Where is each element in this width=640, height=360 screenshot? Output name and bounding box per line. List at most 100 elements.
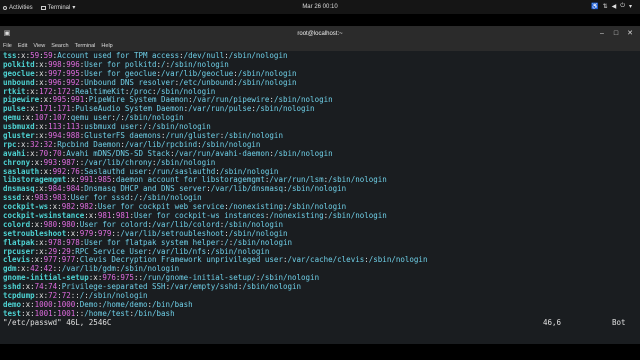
passwd-gid: 107: [52, 113, 67, 123]
passwd-gecos: User for cockpit web service: [97, 202, 225, 212]
passwd-shell: /sbin/nologin: [142, 193, 202, 203]
passwd-username: pulse: [3, 104, 26, 114]
passwd-gecos: RPC Service User: [75, 246, 148, 256]
passwd-shell: /sbin/nologin: [224, 131, 283, 141]
passwd-separator: :x:: [30, 157, 44, 167]
passwd-shell: /sbin/nologin: [255, 104, 315, 114]
passwd-home: /var/run/pulse: [188, 104, 252, 114]
passwd-home: /var/cache/clevis: [287, 255, 365, 265]
passwd-username: unbound: [3, 77, 35, 87]
menu-edit[interactable]: Edit: [18, 43, 27, 49]
passwd-separator: :x:: [25, 86, 40, 96]
close-icon[interactable]: ✕: [626, 30, 634, 38]
passwd-shell: /sbin/nologin: [170, 59, 229, 69]
passwd-shell: /sbin/nologin: [242, 282, 302, 292]
passwd-gid: 992: [66, 77, 80, 87]
passwd-separator: :x:: [25, 148, 40, 158]
status-file-info: "/etc/passwd" 46L, 2546C: [3, 317, 112, 327]
passwd-username: demo: [3, 299, 22, 309]
minimize-icon[interactable]: –: [598, 30, 606, 38]
network-icon: ⇅: [602, 4, 608, 10]
passwd-separator: :x:: [34, 237, 49, 247]
passwd-separator: :x:: [34, 59, 49, 69]
passwd-uid: 992: [52, 166, 67, 176]
menu-help[interactable]: Help: [101, 43, 112, 49]
chevron-down-icon: ▾: [628, 4, 632, 10]
passwd-home: /var/lib/rpcbind: [124, 139, 198, 149]
passwd-home: /var/lib/nfs: [152, 246, 207, 256]
passwd-home: /var/lib/dnsmasq: [210, 184, 283, 194]
passwd-uid: 994: [48, 131, 62, 141]
menu-terminal[interactable]: Terminal: [75, 43, 96, 49]
passwd-gid: 76: [70, 166, 80, 176]
volume-icon: ◀: [611, 4, 617, 10]
maximize-icon[interactable]: □: [612, 30, 620, 38]
passwd-uid: 998: [48, 59, 62, 69]
passwd-uid: 171: [39, 104, 53, 114]
passwd-home: /var/lib/setroubleshoot: [120, 228, 225, 238]
passwd-separator: :x:: [34, 184, 49, 194]
passwd-uid: 980: [43, 219, 58, 229]
status-cursor-position: 46,6: [543, 317, 562, 327]
passwd-home: /dev/null: [183, 51, 225, 60]
passwd-gecos: Rpcbind Daemon: [57, 139, 121, 149]
passwd-username: geoclue: [3, 68, 35, 78]
menu-file[interactable]: File: [3, 43, 12, 49]
window-titlebar[interactable]: ▣ root@localhost:~ – □ ✕: [0, 27, 640, 41]
passwd-separator: :x:: [34, 246, 49, 256]
passwd-separator: :x:: [66, 175, 80, 185]
passwd-gid: 70: [52, 148, 62, 158]
passwd-home: /home/test: [84, 308, 130, 318]
passwd-gecos: User for colord: [79, 219, 148, 229]
passwd-uid: 32: [30, 139, 40, 149]
passwd-shell: /sbin/nologin: [228, 51, 288, 60]
passwd-home: /var/run/pipewire: [192, 95, 270, 105]
letterbox: [0, 344, 640, 360]
passwd-gecos: PipeWire System Daemon: [88, 95, 189, 105]
passwd-username: flatpak: [3, 237, 35, 247]
passwd-gecos: User for flatpak system helper: [84, 237, 220, 247]
passwd-uid: 42: [30, 264, 40, 274]
passwd-uid: 993: [43, 157, 58, 167]
passwd-shell: /sbin/nologin: [219, 166, 279, 176]
passwd-gecos: User for polkitd: [84, 59, 157, 69]
passwd-username: saslauth: [3, 166, 40, 176]
passwd-username: gluster: [3, 131, 35, 141]
passwd-shell: /sbin/nologin: [273, 95, 333, 105]
terminal-content[interactable]: tss:x:59:59:Account used for TPM access:…: [0, 51, 640, 345]
passwd-uid: 59: [30, 51, 40, 60]
passwd-username: rpcuser: [3, 246, 35, 256]
passwd-username: test: [3, 308, 22, 318]
menu-search[interactable]: Search: [51, 43, 68, 49]
passwd-gecos: Saslauthd user: [84, 166, 148, 176]
passwd-separator: :x:: [30, 219, 44, 229]
passwd-gecos: PulseAudio System Daemon: [75, 104, 184, 114]
passwd-shell: /sbin/nologin: [368, 255, 428, 265]
passwd-gecos: Account used for TPM access: [57, 51, 180, 60]
passwd-separator: :x:: [34, 122, 49, 132]
passwd-shell: /sbin/nologin: [201, 139, 261, 149]
passwd-separator: :x:: [21, 308, 35, 318]
passwd-separator: :x:: [48, 202, 62, 212]
accessibility-icon: ♿: [591, 4, 599, 10]
menu-view[interactable]: View: [33, 43, 45, 49]
passwd-gecos: GlusterFS daemons: [84, 131, 162, 141]
passwd-home: /nonexisting: [269, 211, 324, 221]
menubar: File Edit View Search Terminal Help: [0, 41, 640, 51]
passwd-separator: :x:: [21, 193, 35, 203]
passwd-uid: 977: [43, 255, 58, 265]
passwd-shell: /sbin/nologin: [328, 211, 387, 221]
passwd-uid: 979: [79, 228, 94, 238]
passwd-shell: /sbin/nologin: [237, 77, 297, 87]
vim-status-line: "/etc/passwd" 46L, 2546C 46,6 Bot: [3, 317, 640, 328]
passwd-shell: /sbin/nologin: [273, 148, 333, 158]
passwd-gid: 987: [61, 157, 76, 167]
system-menu[interactable]: ♿ ⇅ ◀ ⏻ ▾: [591, 3, 632, 10]
passwd-gecos: Demo: [79, 299, 98, 309]
passwd-gid: 996: [66, 59, 80, 69]
passwd-shell: /sbin/nologin: [328, 175, 387, 185]
passwd-home: /nonexisting: [228, 202, 283, 212]
clock[interactable]: Mar 26 00:10: [0, 4, 640, 10]
passwd-home: /home/demo: [102, 299, 148, 309]
passwd-gecos: User for cockpit-ws instances: [133, 211, 265, 221]
